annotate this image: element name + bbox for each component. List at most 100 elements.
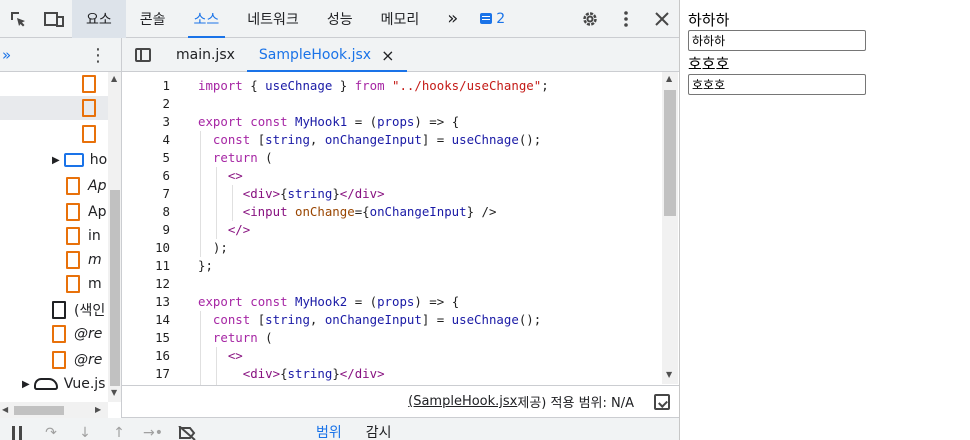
line-number[interactable]: 2 xyxy=(130,95,170,113)
code-line[interactable]: const [string, onChangeInput] = useChnag… xyxy=(198,311,541,329)
line-number[interactable]: 7 xyxy=(130,185,170,203)
line-number[interactable]: 6 xyxy=(130,167,170,185)
customize-menu-icon[interactable] xyxy=(608,0,644,38)
issue-count: 2 xyxy=(496,10,506,27)
document-icon xyxy=(52,301,66,319)
line-number[interactable]: 10 xyxy=(130,239,170,257)
line-number[interactable]: 17 xyxy=(130,365,170,383)
code-line[interactable]: return ( xyxy=(198,149,273,167)
line-number[interactable]: 15 xyxy=(130,329,170,347)
close-devtools-icon[interactable] xyxy=(644,0,679,38)
nav-item-file[interactable]: Ap xyxy=(0,200,108,224)
nav-item-vue-origin[interactable]: ▶ Vue.js xyxy=(0,372,108,396)
code-line[interactable]: <> xyxy=(198,167,243,185)
file-icon xyxy=(52,351,66,369)
nav-item-file[interactable]: m xyxy=(0,272,108,296)
settings-gear-icon[interactable] xyxy=(572,0,608,38)
coverage-toggle-icon[interactable] xyxy=(654,393,670,410)
line-number[interactable]: 3 xyxy=(130,113,170,131)
tab-memory[interactable]: 메모리 xyxy=(367,0,434,38)
tab-performance[interactable]: 성능 xyxy=(313,0,367,38)
toggle-navigator-icon[interactable] xyxy=(122,38,164,72)
nav-item-file[interactable] xyxy=(0,96,108,120)
line-number[interactable]: 14 xyxy=(130,311,170,329)
step-icon[interactable]: →• xyxy=(136,418,170,440)
line-number[interactable]: 16 xyxy=(130,347,170,365)
scrollbar-thumb[interactable] xyxy=(110,190,120,386)
step-out-icon[interactable]: ↑ xyxy=(102,418,136,440)
inspect-element-icon[interactable] xyxy=(0,0,36,38)
line-number[interactable]: 11 xyxy=(130,257,170,275)
scrollbar-thumb[interactable] xyxy=(664,90,676,216)
line-number[interactable]: 1 xyxy=(130,77,170,95)
tab-network[interactable]: 네트워크 xyxy=(233,0,313,38)
scroll-down-arrow-icon[interactable]: ▼ xyxy=(111,388,117,397)
nav-item-file[interactable]: @re xyxy=(0,348,108,372)
line-number[interactable]: 5 xyxy=(130,149,170,167)
scroll-down-arrow-icon[interactable]: ▼ xyxy=(666,370,672,379)
nav-item-file[interactable] xyxy=(0,72,108,96)
line-number[interactable]: 12 xyxy=(130,275,170,293)
scrollbar-thumb[interactable] xyxy=(14,406,64,415)
expand-arrow-icon[interactable]: ▶ xyxy=(22,379,30,390)
tab-console[interactable]: 콘솔 xyxy=(126,0,180,38)
code-content[interactable]: import { useChnage } from "../hooks/useC… xyxy=(198,72,662,385)
tab-sources[interactable]: 소스 xyxy=(180,0,234,38)
scroll-up-arrow-icon[interactable]: ▲ xyxy=(111,74,117,83)
code-line[interactable]: export const MyHook2 = (props) => { xyxy=(198,293,459,311)
text-input-2[interactable] xyxy=(688,74,866,95)
code-editor[interactable]: 1 2 3 4 5 6 7 8 9 10 11 12 13 14 15 16 1… xyxy=(122,72,679,386)
code-line[interactable]: }; xyxy=(198,257,213,275)
navigator-menu-icon[interactable]: ⋮ xyxy=(89,45,107,66)
file-icon xyxy=(66,203,80,221)
line-number[interactable]: 13 xyxy=(130,293,170,311)
issues-counter-button[interactable]: 2 xyxy=(480,11,505,27)
scroll-up-arrow-icon[interactable]: ▲ xyxy=(666,74,672,83)
tab-elements[interactable]: 요소 xyxy=(72,0,126,38)
expand-arrow-icon[interactable]: ▶ xyxy=(52,155,60,166)
tab-watch[interactable]: 감시 xyxy=(354,418,404,440)
tab-scope[interactable]: 범위 xyxy=(304,418,354,440)
scroll-right-arrow-icon[interactable]: ▶ xyxy=(95,405,101,414)
close-tab-icon[interactable]: × xyxy=(381,46,394,65)
devtools-toolbar: 요소 콘솔 소스 네트워크 성능 메모리 » 2 xyxy=(0,0,679,38)
code-line[interactable]: <div>{string}</div> xyxy=(198,185,385,203)
code-line[interactable]: import { useChnage } from "../hooks/useC… xyxy=(198,77,549,95)
nav-item-file[interactable]: m xyxy=(0,248,108,272)
device-toggle-icon[interactable] xyxy=(36,0,72,38)
code-line[interactable]: const [string, onChangeInput] = useChnag… xyxy=(198,131,541,149)
editor-status-bar: (SampleHook.jsx 제공) 적용 범위: N/A xyxy=(122,386,679,418)
code-line[interactable]: <input onChange={onChangeInput} /> xyxy=(198,203,497,221)
line-number[interactable]: 9 xyxy=(130,221,170,239)
more-tabs-button[interactable]: » xyxy=(433,0,472,38)
file-tab-main[interactable]: main.jsx xyxy=(164,38,247,72)
code-line[interactable]: <div>{string}</div> xyxy=(198,365,385,383)
code-line[interactable]: </> xyxy=(198,221,250,239)
navigator-horizontal-scrollbar[interactable]: ◀ ▶ xyxy=(0,402,108,418)
navigator-more-button[interactable]: » xyxy=(2,46,11,64)
code-line[interactable]: ); xyxy=(198,239,228,257)
code-line[interactable]: return ( xyxy=(198,329,273,347)
code-line[interactable]: export const MyHook1 = (props) => { xyxy=(198,113,459,131)
nav-item-index[interactable]: (색인 xyxy=(0,298,108,322)
step-into-icon[interactable]: ↓ xyxy=(68,418,102,440)
nav-item-hooks-folder[interactable]: ▶ ho xyxy=(0,148,108,172)
nav-item-file[interactable]: @re xyxy=(0,322,108,346)
editor-vertical-scrollbar[interactable]: ▲ ▼ xyxy=(662,72,678,384)
nav-item-file[interactable]: Ap xyxy=(0,174,108,198)
step-over-icon[interactable]: ↷ xyxy=(34,418,68,440)
file-icon xyxy=(66,275,80,293)
file-tab-samplehook[interactable]: SampleHook.jsx × xyxy=(246,38,407,72)
line-number[interactable]: 8 xyxy=(130,203,170,221)
pause-icon[interactable] xyxy=(0,418,34,440)
nav-item-file[interactable]: in xyxy=(0,224,108,248)
code-line[interactable]: <> xyxy=(198,347,243,365)
deactivate-breakpoints-icon[interactable] xyxy=(170,418,204,440)
text-input-1[interactable] xyxy=(688,30,866,51)
nav-item-file[interactable] xyxy=(0,122,108,146)
line-number[interactable]: 4 xyxy=(130,131,170,149)
devtools-panel: 요소 콘솔 소스 네트워크 성능 메모리 » 2 » ⋮ main.jsx Sa… xyxy=(0,0,680,440)
navigator-vertical-scrollbar[interactable]: ▲ ▼ xyxy=(108,72,121,402)
scroll-left-arrow-icon[interactable]: ◀ xyxy=(2,405,8,414)
source-file-link[interactable]: (SampleHook.jsx xyxy=(408,394,517,409)
